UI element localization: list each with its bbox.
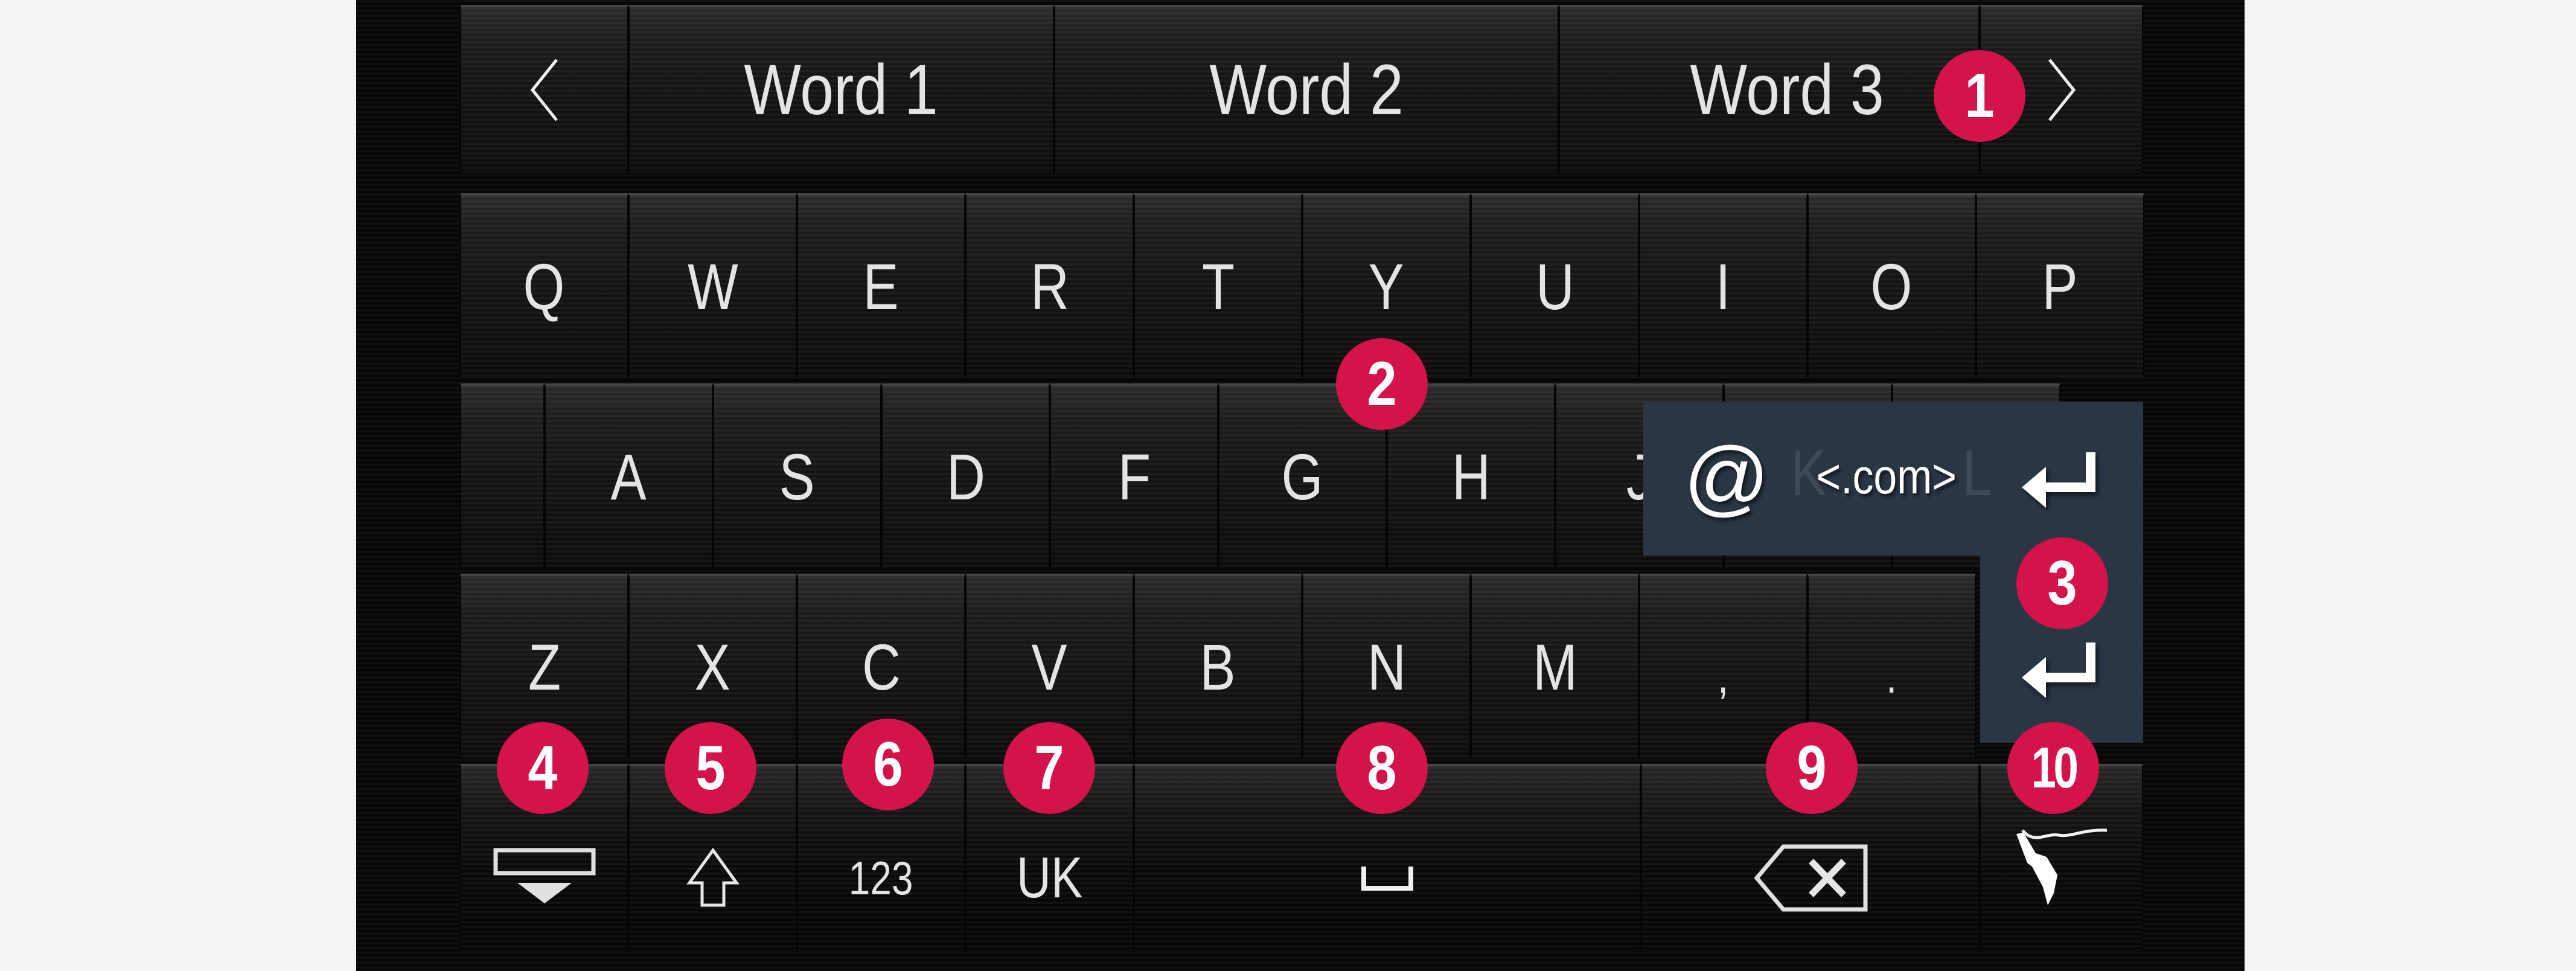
enter-button[interactable] xyxy=(1998,622,2119,719)
shift-icon xyxy=(686,848,740,908)
numbers-label: 123 xyxy=(849,851,913,905)
enter-icon xyxy=(2019,640,2098,700)
key-label: R xyxy=(1030,250,1069,323)
key-label: O xyxy=(1871,250,1913,323)
key-label: M xyxy=(1532,630,1577,703)
key-i[interactable]: I xyxy=(1639,193,1807,377)
key-label: U xyxy=(1535,250,1574,323)
popup-at-button[interactable]: @ xyxy=(1666,417,1787,537)
key-w[interactable]: W xyxy=(628,193,797,377)
callout-marker-2: 2 xyxy=(1336,338,1428,430)
key-label: C xyxy=(861,630,901,703)
popup-dotcom-button[interactable]: <.com> xyxy=(1787,417,1986,537)
callout-marker-9: 9 xyxy=(1766,722,1858,814)
key-r[interactable]: R xyxy=(965,193,1134,377)
key-label: T xyxy=(1201,250,1235,323)
key-d[interactable]: D xyxy=(881,383,1050,568)
key-label: W xyxy=(687,250,738,323)
enter-icon xyxy=(2019,450,2098,510)
backspace-icon xyxy=(1753,844,1868,912)
callout-marker-7: 7 xyxy=(1003,722,1095,814)
key-label: I xyxy=(1716,250,1731,323)
callout-marker-5: 5 xyxy=(665,722,756,814)
key-label: V xyxy=(1031,630,1068,703)
hide-keyboard-icon xyxy=(493,848,596,908)
suggestion-word-2[interactable]: Word 2 xyxy=(1054,5,1559,173)
suggestion-prev-button[interactable] xyxy=(460,5,628,173)
popup-at-label: @ xyxy=(1683,429,1770,524)
callout-marker-10: 10 xyxy=(2007,722,2099,814)
key-e[interactable]: E xyxy=(797,193,965,377)
handwriting-icon xyxy=(2010,827,2113,911)
suggestion-word-label: Word 2 xyxy=(1209,50,1404,130)
key-label: N xyxy=(1367,630,1406,703)
key-label: D xyxy=(946,440,985,513)
chevron-left-icon xyxy=(526,57,563,123)
chevron-right-icon xyxy=(2044,57,2080,123)
key-b[interactable]: B xyxy=(1134,574,1302,758)
key-label: H xyxy=(1451,440,1491,513)
callout-marker-3: 3 xyxy=(2016,537,2108,629)
key-label: S xyxy=(779,440,816,513)
key-label: E xyxy=(863,250,900,323)
key-comma[interactable]: , xyxy=(1639,574,1807,758)
key-m[interactable]: M xyxy=(1471,574,1639,758)
callout-marker-1: 1 xyxy=(1934,50,2025,142)
key-a[interactable]: A xyxy=(545,383,713,568)
key-p[interactable]: P xyxy=(1976,193,2144,377)
key-o[interactable]: O xyxy=(1807,193,1976,377)
key-label: A xyxy=(610,440,647,513)
key-q[interactable]: Q xyxy=(460,193,628,377)
suggestion-word-3[interactable]: Word 3 xyxy=(1559,5,1980,173)
key-label: Z xyxy=(528,630,561,703)
key-f[interactable]: F xyxy=(1050,383,1218,568)
suggestion-word-label: Word 3 xyxy=(1690,50,1885,130)
key-s[interactable]: S xyxy=(713,383,881,568)
popup-dotcom-label: <.com> xyxy=(1816,449,1957,504)
callout-marker-4: 4 xyxy=(497,722,589,814)
key-t[interactable]: T xyxy=(1134,193,1302,377)
key-spacer xyxy=(460,383,545,568)
key-label: G xyxy=(1282,440,1323,513)
popup-enter-button[interactable] xyxy=(1998,432,2119,528)
space-icon xyxy=(1360,863,1414,893)
callout-marker-6: 6 xyxy=(842,719,934,810)
callout-marker-8: 8 xyxy=(1336,722,1428,814)
key-u[interactable]: U xyxy=(1471,193,1639,377)
language-label: UK xyxy=(1016,845,1083,910)
key-label: F xyxy=(1117,440,1151,513)
suggestion-word-1[interactable]: Word 1 xyxy=(628,5,1054,173)
suggestion-word-label: Word 1 xyxy=(744,50,939,130)
key-label: Q xyxy=(523,250,565,323)
key-label: , xyxy=(1718,649,1729,703)
key-label: . xyxy=(1886,649,1897,703)
key-label: Y xyxy=(1368,250,1405,323)
key-label: B xyxy=(1200,630,1236,703)
key-label: P xyxy=(2042,250,2079,323)
key-label: X xyxy=(694,630,731,703)
